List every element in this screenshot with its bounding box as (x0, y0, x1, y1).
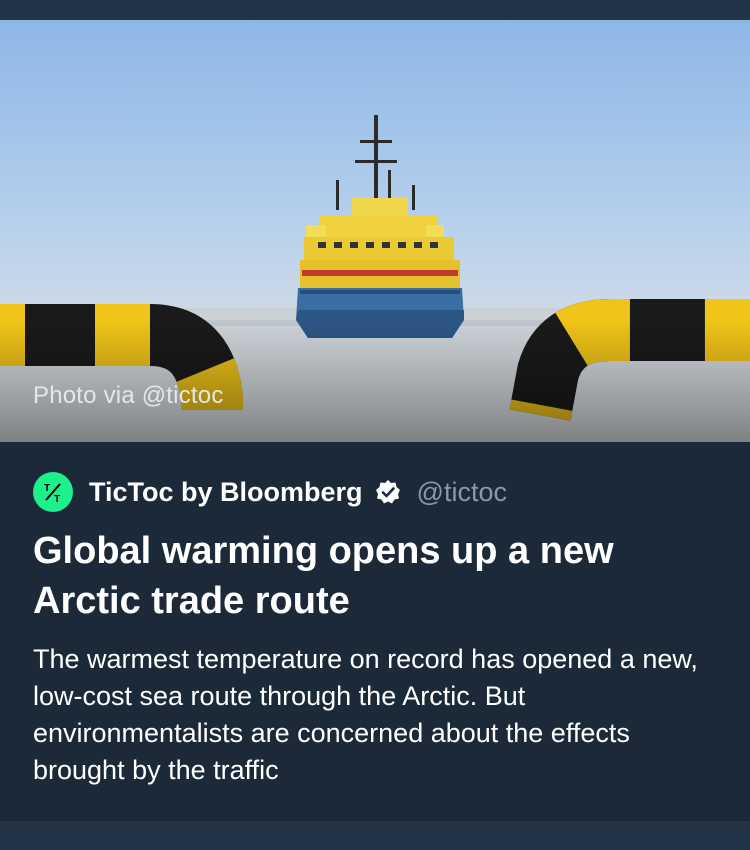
source-handle[interactable]: @tictoc (417, 477, 507, 508)
bottom-divider (0, 821, 750, 850)
source-row[interactable]: T T TicToc by Bloomberg @tictoc (33, 472, 507, 512)
headline[interactable]: Global warming opens up a new Arctic tra… (33, 526, 723, 626)
link-preview-card[interactable]: Photo via @tictoc T T TicToc by Bloomber… (0, 20, 750, 821)
tictoc-logo-icon[interactable]: T T (33, 472, 73, 512)
card-info[interactable]: T T TicToc by Bloomberg @tictoc Global w… (0, 442, 750, 821)
icebreaker-ship-photo (0, 20, 750, 442)
summary: The warmest temperature on record has op… (33, 644, 698, 785)
photo-credit: Photo via @tictoc (33, 382, 224, 409)
top-divider (0, 0, 750, 20)
hero-image[interactable]: Photo via @tictoc (0, 20, 750, 442)
svg-text:T: T (54, 494, 60, 504)
source-name[interactable]: TicToc by Bloomberg (89, 477, 363, 508)
verified-badge-icon (375, 479, 401, 505)
svg-text:T: T (44, 483, 50, 494)
